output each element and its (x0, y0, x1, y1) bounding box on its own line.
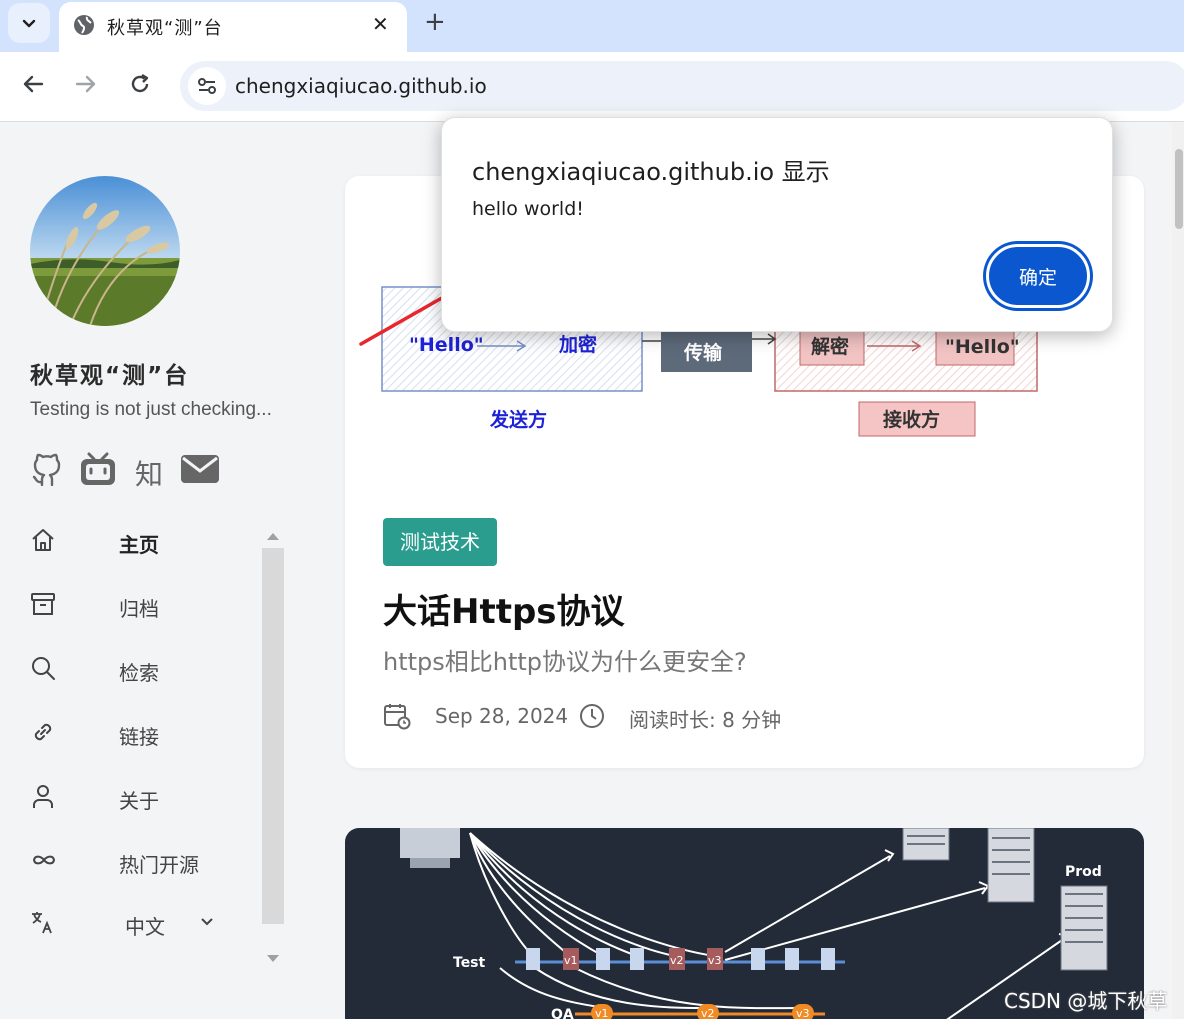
test-v1-label: v1 (564, 954, 578, 967)
post-description: https相比http协议为什么更安全? (383, 648, 747, 676)
qa-v1-label: v1 (595, 1007, 609, 1019)
github-icon[interactable] (32, 452, 62, 486)
diagram-encrypt: 加密 (558, 333, 597, 356)
diagram-transfer: 传输 (683, 341, 723, 364)
sidebar-item-home[interactable]: 主页 (30, 521, 260, 561)
sidebar-item-label: 归档 (119, 597, 159, 621)
url-text: chengxiaqiucao.github.io (235, 74, 487, 98)
test-v3-label: v3 (708, 954, 722, 967)
forward-icon[interactable] (75, 73, 97, 95)
dialog-message: hello world! (472, 198, 584, 220)
diagram-receiver: 接收方 (883, 408, 940, 431)
home-icon (32, 529, 54, 551)
sidebar-item-about[interactable]: 关于 (30, 777, 260, 817)
link-icon (34, 723, 52, 741)
infinity-icon (32, 855, 56, 865)
avatar (30, 176, 180, 326)
test-v2-label: v2 (670, 954, 684, 967)
site-subtitle: Testing is not just checking... (30, 399, 272, 420)
browser-tab[interactable]: 秋草观“测”台 ✕ (59, 2, 407, 52)
sidebar-item-archive[interactable]: 归档 (30, 585, 260, 625)
page-scrollbar[interactable] (1172, 123, 1184, 1019)
archive-icon (31, 593, 55, 615)
scrollbar-thumb[interactable] (1175, 149, 1183, 229)
sidebar-item-label: 链接 (119, 725, 159, 749)
zhihu-icon[interactable]: 知 (135, 453, 163, 493)
reload-icon[interactable] (129, 73, 151, 95)
sidebar-item-label: 主页 (119, 533, 159, 557)
language-label: 中文 (125, 915, 165, 939)
site-info-button[interactable] (188, 67, 226, 105)
clock-icon (580, 704, 604, 728)
language-selector[interactable]: 中文 (30, 903, 260, 943)
tab-title: 秋草观“测”台 (107, 18, 223, 39)
alert-dialog: chengxiaqiucao.github.io 显示 hello world!… (441, 117, 1113, 332)
csdn-watermark: CSDN @城下秋草 (1004, 989, 1168, 1013)
new-tab-button[interactable]: + (424, 7, 446, 37)
qa-v2-label: v2 (701, 1007, 715, 1019)
post-title[interactable]: 大话Https协议 (383, 584, 625, 633)
mail-icon[interactable] (181, 455, 219, 483)
sidebar-item-search[interactable]: 检索 (30, 649, 260, 689)
tune-icon (198, 78, 216, 94)
address-bar[interactable]: chengxiaqiucao.github.io (180, 61, 1184, 111)
user-icon (33, 785, 53, 808)
sidebar-item-label: 检索 (119, 661, 159, 685)
lane-qa-label: QA (551, 1007, 574, 1019)
globe-icon (74, 15, 94, 35)
chevron-down-icon (201, 918, 213, 926)
diagram-decrypt: 解密 (811, 335, 849, 358)
dialog-title: chengxiaqiucao.github.io 显示 (472, 158, 830, 186)
tab-search-button[interactable] (8, 3, 50, 43)
translate-icon (32, 912, 52, 934)
lane-test-label: Test (453, 955, 486, 971)
sidebar-item-opensource[interactable]: 热门开源 (30, 841, 260, 881)
back-icon[interactable] (22, 73, 44, 95)
bilibili-icon[interactable] (80, 452, 116, 486)
sidebar-item-links[interactable]: 链接 (30, 713, 260, 753)
site-title[interactable]: 秋草观“测”台 (30, 356, 189, 390)
prod-label: Prod (1065, 864, 1102, 880)
reading-time: 阅读时长: 8 分钟 (629, 708, 782, 732)
tab-strip: 秋草观“测”台 ✕ + (0, 0, 1184, 52)
post-tag[interactable]: 测试技术 (383, 518, 497, 566)
post-date: Sep 28, 2024 (435, 704, 569, 728)
sidebar-item-label: 关于 (119, 789, 159, 813)
diagram-sender: 发送方 (489, 408, 547, 431)
sidebar-scroll-down[interactable] (267, 955, 279, 962)
ok-button[interactable]: 确定 (986, 244, 1090, 308)
qa-v3-label: v3 (796, 1007, 810, 1019)
diagram-hello-right: "Hello" (945, 336, 1020, 358)
search-icon (32, 657, 55, 680)
sidebar-scroll-up[interactable] (267, 533, 279, 540)
browser-toolbar: chengxiaqiucao.github.io (0, 52, 1184, 122)
sidebar-item-label: 热门开源 (119, 853, 199, 877)
chevron-down-icon (22, 19, 36, 28)
tab-close-button[interactable]: ✕ (372, 12, 389, 36)
calendar-clock-icon (384, 704, 411, 730)
sidebar-scrollbar[interactable] (262, 548, 284, 924)
